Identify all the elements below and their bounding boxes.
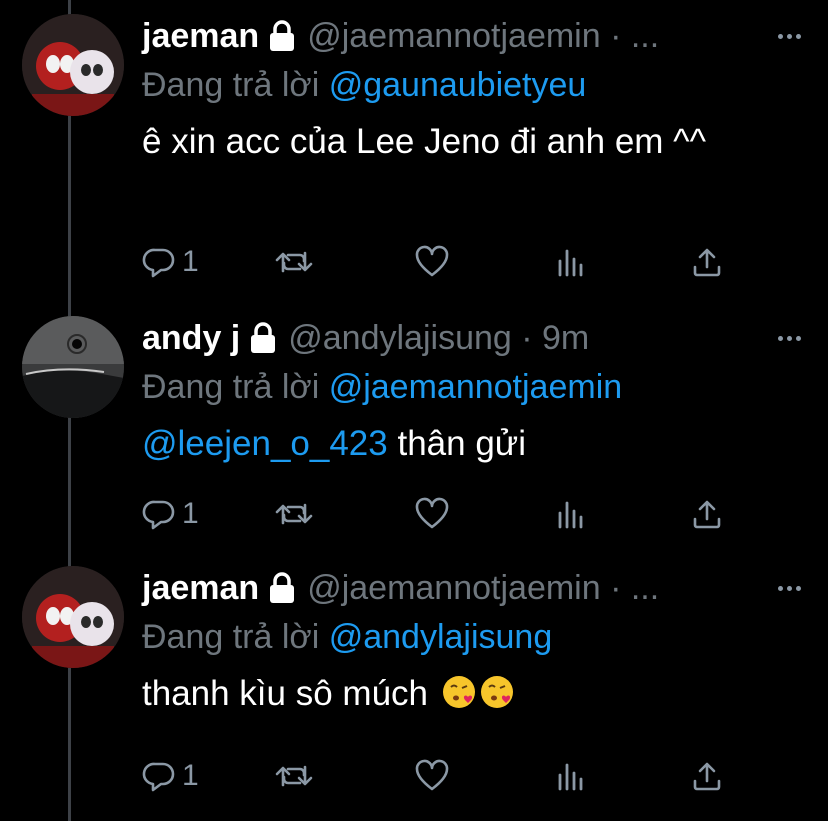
reply-count: 1 (182, 497, 199, 530)
share-button[interactable] (690, 494, 724, 534)
lock-icon (270, 572, 295, 603)
lock-icon (251, 322, 276, 353)
action-bar: 1 (142, 242, 742, 282)
reply-icon (142, 248, 175, 278)
replying-to: Đang trả lời @gaunaubietyeu (142, 62, 814, 108)
retweet-icon (275, 251, 313, 273)
retweet-icon (275, 503, 313, 525)
share-icon (693, 248, 721, 277)
spider-avatar-icon (22, 566, 124, 668)
reply-button[interactable]: 1 (142, 242, 199, 282)
dot-icon (795, 335, 801, 341)
kissing-face-emoji-icon (480, 676, 513, 708)
more-options-button[interactable] (764, 568, 814, 608)
text-mention[interactable]: @leejen_o_423 (142, 424, 388, 463)
share-icon (693, 500, 721, 529)
like-button[interactable] (414, 242, 450, 282)
avatar[interactable] (22, 566, 124, 668)
user-handle[interactable]: @andylajisung · 9m (288, 319, 814, 358)
user-handle[interactable]: @jaemannotjaemin · ... (307, 569, 814, 608)
more-options-button[interactable] (764, 16, 814, 56)
reply-to-mention[interactable]: @jaemannotjaemin (329, 368, 622, 406)
retweet-button[interactable] (274, 242, 314, 282)
display-name[interactable]: jaeman (142, 569, 259, 608)
reply-prefix: Đang trả lời (142, 618, 329, 656)
dot-icon (777, 33, 783, 39)
kissing-face-emoji-icon (442, 676, 475, 708)
retweet-button[interactable] (274, 494, 314, 534)
replying-to: Đang trả lời @jaemannotjaemin (142, 364, 814, 410)
reply-to-mention[interactable]: @andylajisung (329, 618, 553, 656)
share-button[interactable] (690, 242, 724, 282)
like-button[interactable] (414, 494, 450, 534)
more-options-button[interactable] (764, 318, 814, 358)
analytics-button[interactable] (554, 756, 588, 796)
retweet-button[interactable] (274, 756, 314, 796)
avatar[interactable] (22, 14, 124, 116)
tweet-text: ê xin acc của Lee Jeno đi anh em ^^ (142, 120, 782, 164)
dot-icon (777, 335, 783, 341)
spider-avatar-icon (22, 14, 124, 116)
like-button[interactable] (414, 756, 450, 796)
dark-car-avatar-icon (22, 316, 124, 418)
tweet-text: thanh kìu sô múch (142, 672, 782, 716)
dot-icon (786, 335, 792, 341)
lock-icon (270, 20, 295, 51)
share-icon (693, 762, 721, 791)
replying-to: Đang trả lời @andylajisung (142, 614, 814, 660)
reply-count: 1 (182, 245, 199, 278)
tweet-body: thanh kìu sô múch (142, 674, 428, 713)
display-name[interactable]: jaeman (142, 17, 259, 56)
tweet-text: @leejen_o_423 thân gửi (142, 422, 782, 466)
reply-icon (142, 500, 175, 530)
action-bar: 1 (142, 494, 742, 534)
analytics-icon (558, 249, 583, 277)
user-handle[interactable]: @jaemannotjaemin · ... (307, 17, 814, 56)
retweet-icon (275, 765, 313, 787)
action-bar: 1 (142, 756, 742, 796)
dot-icon (786, 33, 792, 39)
heart-icon (415, 497, 449, 529)
avatar[interactable] (22, 316, 124, 418)
analytics-icon (558, 763, 583, 791)
analytics-icon (558, 501, 583, 529)
reply-prefix: Đang trả lời (142, 368, 329, 406)
dot-icon (795, 33, 801, 39)
share-button[interactable] (690, 756, 724, 796)
display-name[interactable]: andy j (142, 319, 240, 358)
heart-icon (415, 245, 449, 277)
analytics-button[interactable] (554, 242, 588, 282)
tweet-body: ê xin acc của Lee Jeno đi anh em ^^ (142, 122, 707, 161)
dot-icon (786, 585, 792, 591)
heart-icon (415, 759, 449, 791)
reply-to-mention[interactable]: @gaunaubietyeu (329, 66, 587, 104)
tweet-body: thân gửi (387, 424, 526, 463)
dot-icon (795, 585, 801, 591)
dot-icon (777, 585, 783, 591)
reply-button[interactable]: 1 (142, 756, 199, 796)
reply-icon (142, 762, 175, 792)
reply-count: 1 (182, 759, 199, 792)
reply-prefix: Đang trả lời (142, 66, 329, 104)
reply-button[interactable]: 1 (142, 494, 199, 534)
analytics-button[interactable] (554, 494, 588, 534)
